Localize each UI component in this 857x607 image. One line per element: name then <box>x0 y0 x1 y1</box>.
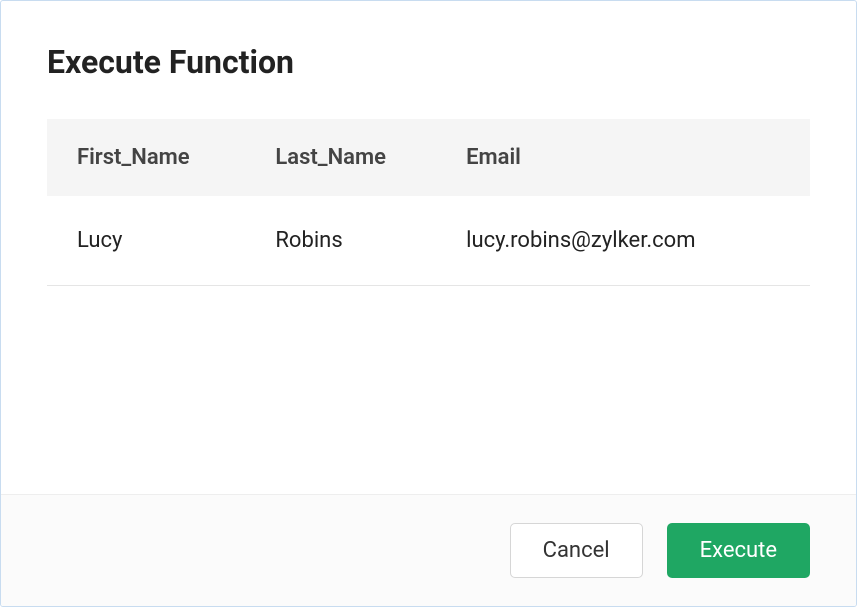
function-parameters-table: First_Name Last_Name Email Lucy Robins l… <box>47 119 810 286</box>
table-row: Lucy Robins lucy.robins@zylker.com <box>47 196 810 286</box>
table-header-last-name: Last_Name <box>245 119 436 196</box>
cell-email: lucy.robins@zylker.com <box>436 196 810 286</box>
execute-function-dialog: Execute Function First_Name Last_Name Em… <box>0 0 857 607</box>
cell-first-name: Lucy <box>47 196 245 286</box>
table-header-row: First_Name Last_Name Email <box>47 119 810 196</box>
cell-last-name: Robins <box>245 196 436 286</box>
dialog-body: Execute Function First_Name Last_Name Em… <box>1 1 856 494</box>
table-header-email: Email <box>436 119 810 196</box>
dialog-title: Execute Function <box>47 43 810 81</box>
table-header-first-name: First_Name <box>47 119 245 196</box>
cancel-button[interactable]: Cancel <box>510 523 643 578</box>
dialog-footer: Cancel Execute <box>1 494 856 606</box>
execute-button[interactable]: Execute <box>667 523 810 578</box>
